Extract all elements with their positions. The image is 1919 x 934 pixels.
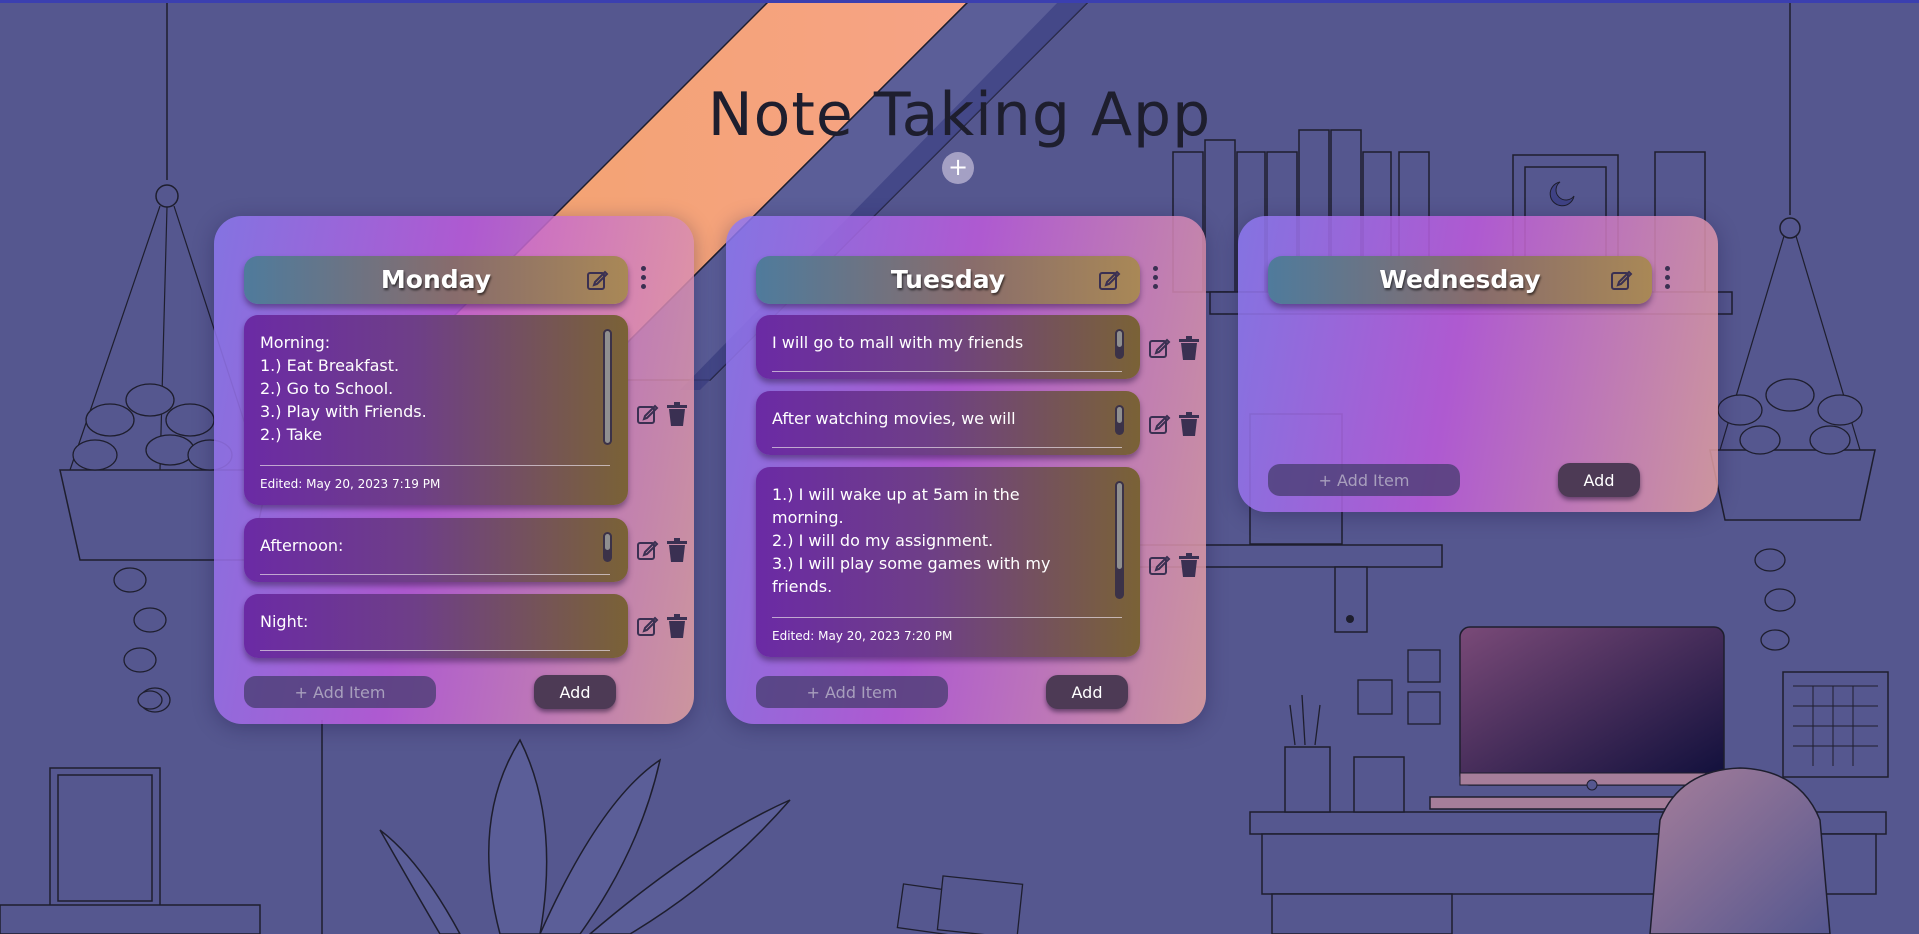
- add-item-input[interactable]: [756, 676, 948, 708]
- note-text[interactable]: I will go to mall with my friends: [772, 331, 1092, 357]
- board-wednesday: Wednesday Add: [1238, 216, 1718, 512]
- trash-icon[interactable]: [1178, 412, 1200, 436]
- note-scrollbar[interactable]: [1115, 405, 1124, 435]
- note-scrollbar[interactable]: [1115, 329, 1124, 359]
- add-item-button[interactable]: Add: [1046, 675, 1128, 709]
- pencil-square-icon[interactable]: [1098, 268, 1122, 292]
- note-text[interactable]: Afternoon:: [260, 534, 580, 560]
- note-text[interactable]: Morning: 1.) Eat Breakfast. 2.) Go to Sc…: [260, 331, 580, 449]
- pencil-square-icon[interactable]: [636, 402, 660, 426]
- kebab-menu-icon[interactable]: [640, 266, 648, 292]
- board-header: Tuesday: [756, 256, 1140, 304]
- pencil-square-icon[interactable]: [1148, 412, 1172, 436]
- app-title: Note Taking App: [707, 80, 1212, 151]
- note-divider: [772, 617, 1122, 618]
- board-header: Monday: [244, 256, 628, 304]
- note-card[interactable]: Afternoon:: [244, 518, 628, 582]
- pencil-square-icon[interactable]: [1148, 553, 1172, 577]
- plus-icon: +: [947, 153, 969, 181]
- add-item-button[interactable]: Add: [534, 675, 616, 709]
- trash-icon[interactable]: [666, 538, 688, 562]
- note-card[interactable]: Morning: 1.) Eat Breakfast. 2.) Go to Sc…: [244, 315, 628, 505]
- note-actions: [636, 536, 696, 564]
- note-card[interactable]: I will go to mall with my friends: [756, 315, 1140, 379]
- add-item-button[interactable]: Add: [1558, 463, 1640, 497]
- pencil-square-icon[interactable]: [636, 614, 660, 638]
- board-monday: Monday Morning: 1.) Eat Breakfast. 2.) G…: [214, 216, 694, 724]
- note-card[interactable]: After watching movies, we will: [756, 391, 1140, 455]
- note-actions: [636, 612, 696, 640]
- trash-icon[interactable]: [666, 614, 688, 638]
- pencil-square-icon[interactable]: [636, 538, 660, 562]
- board-title: Monday: [380, 265, 492, 294]
- trash-icon[interactable]: [1178, 553, 1200, 577]
- window-top-border: [0, 0, 1919, 3]
- add-item-input[interactable]: [1268, 464, 1460, 496]
- note-card[interactable]: Night:: [244, 594, 628, 658]
- note-edited-timestamp: Edited: May 20, 2023 7:19 PM: [260, 477, 441, 491]
- add-board-button[interactable]: +: [942, 152, 974, 184]
- board-tuesday: Tuesday I will go to mall with my friend…: [726, 216, 1206, 724]
- note-divider: [772, 371, 1122, 372]
- note-actions: [1148, 334, 1208, 362]
- note-divider: [260, 574, 610, 575]
- note-text[interactable]: After watching movies, we will: [772, 407, 1092, 433]
- note-divider: [772, 447, 1122, 448]
- trash-icon[interactable]: [1178, 336, 1200, 360]
- kebab-menu-icon[interactable]: [1152, 266, 1160, 292]
- note-scrollbar[interactable]: [603, 532, 612, 562]
- note-text[interactable]: Night:: [260, 610, 580, 636]
- note-text[interactable]: 1.) I will wake up at 5am in the morning…: [772, 483, 1092, 601]
- kebab-menu-icon[interactable]: [1664, 266, 1672, 292]
- pencil-square-icon[interactable]: [586, 268, 610, 292]
- board-header: Wednesday: [1268, 256, 1652, 304]
- board-title: Tuesday: [890, 265, 1006, 294]
- note-actions: [636, 400, 696, 428]
- note-actions: [1148, 410, 1208, 438]
- note-card[interactable]: 1.) I will wake up at 5am in the morning…: [756, 467, 1140, 657]
- note-actions: [1148, 551, 1208, 579]
- note-divider: [260, 650, 610, 651]
- board-title: Wednesday: [1379, 265, 1541, 294]
- add-item-input[interactable]: [244, 676, 436, 708]
- note-edited-timestamp: Edited: May 20, 2023 7:20 PM: [772, 629, 953, 643]
- note-scrollbar[interactable]: [603, 329, 612, 445]
- pencil-square-icon[interactable]: [1610, 268, 1634, 292]
- note-scrollbar[interactable]: [1115, 481, 1124, 599]
- trash-icon[interactable]: [666, 402, 688, 426]
- pencil-square-icon[interactable]: [1148, 336, 1172, 360]
- note-divider: [260, 465, 610, 466]
